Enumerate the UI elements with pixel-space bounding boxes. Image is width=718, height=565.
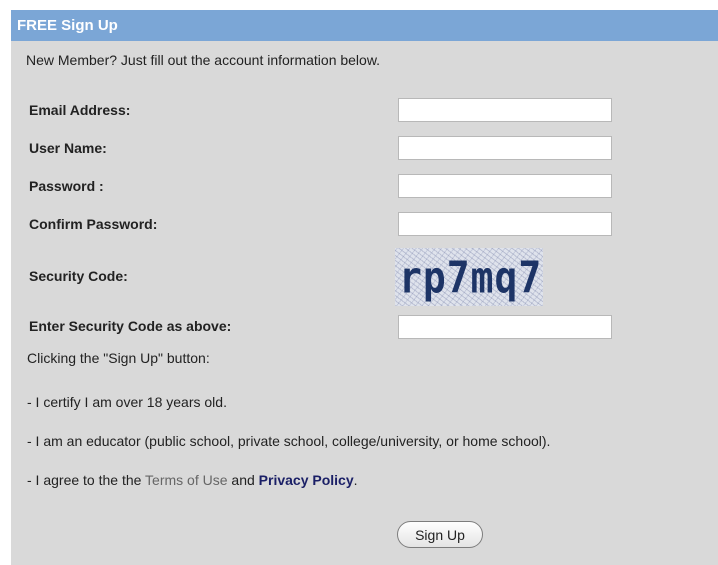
confirm-password-label: Confirm Password: — [29, 216, 158, 232]
form-title: FREE Sign Up — [11, 10, 718, 41]
educator-note: - I am an educator (public school, priva… — [27, 433, 551, 449]
security-code-image: rp7mq7 — [395, 248, 543, 306]
signup-panel: FREE Sign Up New Member? Just fill out t… — [11, 10, 718, 565]
email-label: Email Address: — [29, 102, 131, 118]
username-label: User Name: — [29, 140, 107, 156]
certify-note: - I certify I am over 18 years old. — [27, 394, 227, 410]
email-field[interactable] — [398, 98, 612, 122]
agree-prefix: - I agree to the the — [27, 472, 142, 488]
terms-of-use-link[interactable]: Terms of Use — [145, 472, 227, 488]
clicking-note: Clicking the "Sign Up" button: — [27, 350, 210, 366]
security-code-text: rp7mq7 — [399, 252, 543, 303]
agree-note: - I agree to the the Terms of Use and Pr… — [27, 472, 358, 488]
password-label: Password : — [29, 178, 104, 194]
password-field[interactable] — [398, 174, 612, 198]
security-code-field[interactable] — [398, 315, 612, 339]
intro-text: New Member? Just fill out the account in… — [26, 52, 381, 68]
privacy-policy-link[interactable]: Privacy Policy — [259, 472, 354, 488]
username-field[interactable] — [398, 136, 612, 160]
enter-security-code-label: Enter Security Code as above: — [29, 318, 232, 334]
security-code-label: Security Code: — [29, 268, 128, 284]
confirm-password-field[interactable] — [398, 212, 612, 236]
sign-up-button[interactable]: Sign Up — [397, 521, 483, 548]
agree-and: and — [231, 472, 255, 488]
agree-period: . — [353, 472, 358, 488]
